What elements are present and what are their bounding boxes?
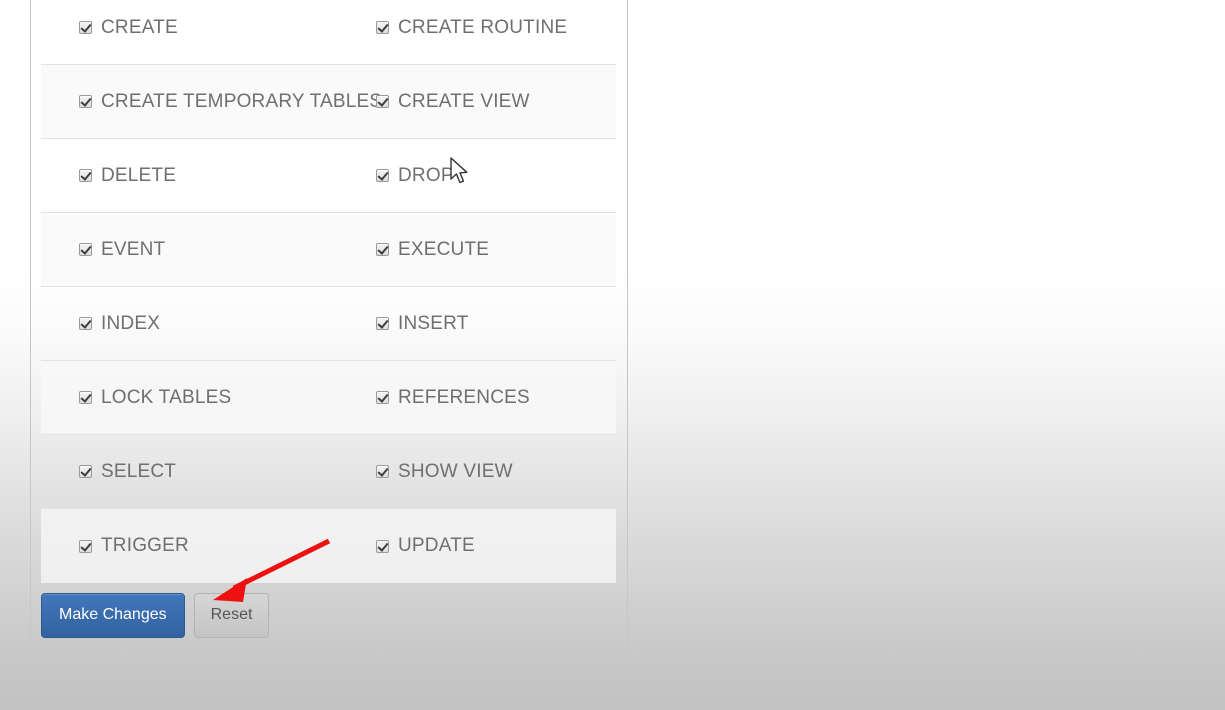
privilege-row: DELETE DROP bbox=[41, 139, 616, 213]
checkbox-checked-icon[interactable] bbox=[79, 21, 92, 34]
checkbox-checked-icon[interactable] bbox=[79, 243, 92, 256]
privilege-label: REFERENCES bbox=[398, 386, 530, 408]
checkbox-checked-icon[interactable] bbox=[79, 391, 92, 404]
checkbox-checked-icon[interactable] bbox=[376, 465, 389, 478]
privilege-label: EVENT bbox=[101, 238, 166, 260]
privilege-label: INDEX bbox=[101, 312, 161, 334]
privilege-row: CREATE CREATE ROUTINE bbox=[41, 0, 616, 65]
checkbox-checked-icon[interactable] bbox=[376, 21, 389, 34]
privilege-label: CREATE VIEW bbox=[398, 90, 530, 112]
privilege-label: EXECUTE bbox=[398, 238, 490, 260]
privilege-option-delete[interactable]: DELETE bbox=[41, 165, 376, 187]
make-changes-button[interactable]: Make Changes bbox=[41, 593, 185, 638]
privilege-row: TRIGGER UPDATE bbox=[41, 509, 616, 583]
checkbox-checked-icon[interactable] bbox=[79, 169, 92, 182]
privilege-option-event[interactable]: EVENT bbox=[41, 239, 376, 261]
privilege-option-create[interactable]: CREATE bbox=[41, 17, 376, 39]
checkbox-checked-icon[interactable] bbox=[376, 539, 389, 553]
privilege-label: TRIGGER bbox=[101, 535, 189, 556]
privilege-option-references[interactable]: REFERENCES bbox=[376, 387, 616, 409]
privilege-option-execute[interactable]: EXECUTE bbox=[376, 239, 616, 261]
checkbox-checked-icon[interactable] bbox=[376, 169, 389, 182]
privilege-row: INDEX INSERT bbox=[41, 287, 616, 361]
privilege-label: DROP bbox=[398, 164, 454, 186]
checkbox-checked-icon[interactable] bbox=[79, 539, 92, 553]
checkbox-checked-icon[interactable] bbox=[376, 95, 389, 108]
form-actions-bar: Make Changes Reset bbox=[41, 593, 270, 638]
privilege-option-index[interactable]: INDEX bbox=[41, 313, 376, 335]
reset-button[interactable]: Reset bbox=[193, 593, 270, 638]
checkbox-checked-icon[interactable] bbox=[376, 317, 389, 330]
privileges-checkbox-list: CREATE CREATE ROUTINE CREATE TEMPORARY TAB… bbox=[41, 0, 616, 583]
privilege-option-select[interactable]: SELECT bbox=[41, 461, 376, 483]
privilege-row: CREATE TEMPORARY TABLES CREATE VIEW bbox=[41, 65, 616, 139]
privilege-label: CREATE TEMPORARY TABLES bbox=[101, 90, 383, 112]
privilege-option-create-routine[interactable]: CREATE ROUTINE bbox=[376, 17, 616, 39]
privilege-option-update[interactable]: UPDATE bbox=[376, 535, 616, 557]
database-privileges-panel: CREATE CREATE ROUTINE CREATE TEMPORARY TAB… bbox=[30, 0, 628, 688]
privilege-label: LOCK TABLES bbox=[101, 386, 232, 408]
privilege-row: EVENT EXECUTE bbox=[41, 213, 616, 287]
privilege-label: INSERT bbox=[398, 312, 469, 334]
privilege-label: SHOW VIEW bbox=[398, 460, 513, 482]
privilege-option-trigger[interactable]: TRIGGER bbox=[41, 535, 376, 557]
checkbox-checked-icon[interactable] bbox=[79, 317, 92, 330]
privilege-row: LOCK TABLES REFERENCES bbox=[41, 361, 616, 435]
privilege-option-insert[interactable]: INSERT bbox=[376, 313, 616, 335]
privilege-label: CREATE ROUTINE bbox=[398, 16, 568, 38]
privilege-row: SELECT SHOW VIEW bbox=[41, 435, 616, 509]
privilege-option-lock-tables[interactable]: LOCK TABLES bbox=[41, 387, 376, 409]
privilege-option-drop[interactable]: DROP bbox=[376, 165, 616, 187]
privilege-label: UPDATE bbox=[398, 535, 475, 556]
privilege-label: DELETE bbox=[101, 164, 177, 186]
checkbox-checked-icon[interactable] bbox=[79, 465, 92, 478]
privilege-option-create-view[interactable]: CREATE VIEW bbox=[376, 91, 616, 113]
privilege-option-create-temporary-tables[interactable]: CREATE TEMPORARY TABLES bbox=[41, 91, 382, 113]
checkbox-checked-icon[interactable] bbox=[376, 243, 389, 256]
checkbox-checked-icon[interactable] bbox=[376, 391, 389, 404]
checkbox-checked-icon[interactable] bbox=[79, 95, 92, 108]
privilege-label: CREATE bbox=[101, 16, 178, 38]
privilege-label: SELECT bbox=[101, 460, 177, 482]
privilege-option-show-view[interactable]: SHOW VIEW bbox=[376, 461, 616, 483]
